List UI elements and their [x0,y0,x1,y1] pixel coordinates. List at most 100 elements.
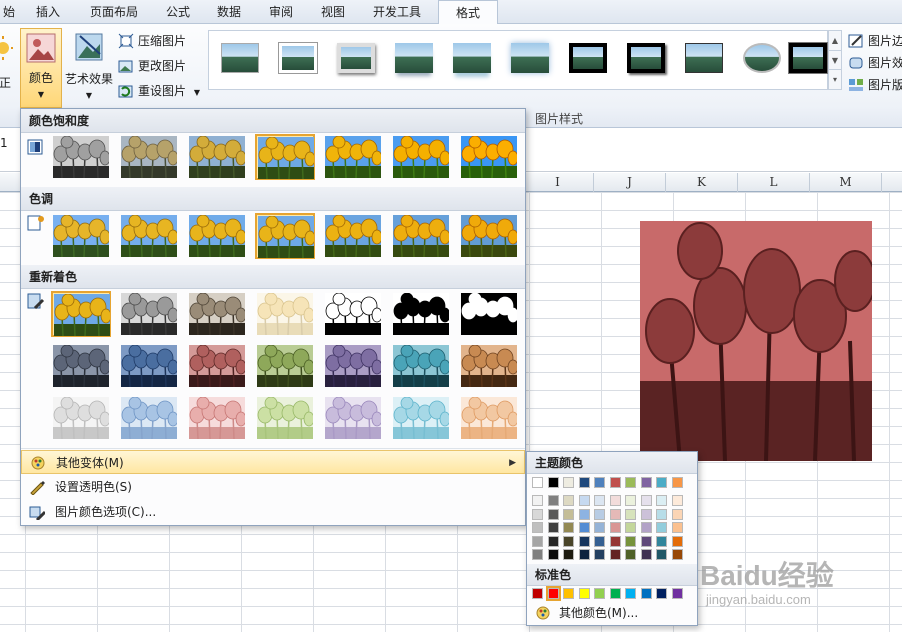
tab-page-layout[interactable]: 页面布局 [78,0,150,24]
picture-style-item[interactable] [679,37,729,83]
recolor-option[interactable] [51,395,111,441]
color-swatch[interactable] [594,588,605,599]
color-swatch[interactable] [625,588,636,599]
color-swatch[interactable] [656,549,667,560]
column-header[interactable]: K [666,173,738,192]
tab-view[interactable]: 视图 [310,0,356,24]
color-swatch[interactable] [578,535,590,547]
color-swatch[interactable] [656,477,667,488]
color-swatch[interactable] [671,549,683,560]
tone-option[interactable] [255,213,315,259]
tab-review[interactable]: 审阅 [258,0,304,24]
recolor-option[interactable] [255,395,315,441]
color-swatch[interactable] [563,495,574,506]
picture-style-item[interactable] [563,37,613,83]
color-swatch[interactable] [609,477,621,488]
color-swatch[interactable] [578,477,590,488]
picture-style-item[interactable] [621,37,671,83]
color-swatch[interactable] [594,495,605,506]
color-swatch[interactable] [547,477,559,488]
color-swatch[interactable] [547,495,559,506]
color-swatch[interactable] [609,588,621,599]
picture-color-options-item[interactable]: 图片颜色选项(C)... [21,500,525,524]
color-swatch[interactable] [656,495,667,506]
column-header[interactable]: M [810,173,882,192]
color-swatch[interactable] [547,522,559,533]
more-colors-item[interactable]: 其他颜色(M)... [527,602,697,624]
tone-option[interactable] [51,213,111,259]
saturation-option[interactable] [391,134,451,180]
corrections-button[interactable]: 正 [0,30,14,110]
color-swatch[interactable] [532,522,543,533]
tab-data[interactable]: 数据 [206,0,252,24]
color-swatch[interactable] [563,522,574,533]
color-swatch[interactable] [640,522,652,533]
color-swatch[interactable] [625,508,636,520]
color-swatch[interactable] [563,549,574,560]
color-swatch[interactable] [625,477,636,488]
saturation-option[interactable] [119,134,179,180]
recolor-option[interactable] [391,395,451,441]
tab-home[interactable]: 始 [0,0,22,24]
color-swatch[interactable] [532,535,543,547]
tab-developer[interactable]: 开发工具 [362,0,432,24]
scroll-down-icon[interactable]: ▼ [829,50,841,69]
recolor-option[interactable] [187,291,247,337]
saturation-option[interactable] [51,134,111,180]
color-swatch[interactable] [609,549,621,560]
picture-style-item[interactable] [447,37,497,83]
tone-option[interactable] [391,213,451,259]
artistic-effects-button[interactable]: 艺术效果 ▼ [64,30,114,110]
more-variations-item[interactable]: 其他变体(M) ▶ [21,450,525,474]
picture-style-item[interactable] [783,37,833,83]
color-swatch[interactable] [671,535,683,547]
picture-effects-button[interactable]: 图片效 [848,52,902,74]
scroll-up-icon[interactable]: ▲ [829,31,841,50]
color-swatch[interactable] [563,477,574,488]
color-swatch[interactable] [578,522,590,533]
color-swatch[interactable] [625,535,636,547]
color-swatch[interactable] [640,495,652,506]
color-swatch[interactable] [532,495,543,506]
color-swatch[interactable] [640,588,652,599]
recolor-option[interactable] [51,291,111,337]
recolor-option[interactable] [255,291,315,337]
color-swatch[interactable] [578,508,590,520]
color-swatch[interactable] [671,522,683,533]
color-swatch[interactable] [563,588,574,599]
color-swatch[interactable] [609,535,621,547]
recolor-option[interactable] [391,291,451,337]
color-swatch[interactable] [656,522,667,533]
color-swatch[interactable] [547,508,559,520]
compress-pictures-button[interactable]: 压缩图片 [118,30,186,52]
reset-picture-button[interactable]: 重设图片 ▼ [118,80,200,102]
set-transparent-color-item[interactable]: 设置透明色(S) [21,475,525,499]
tone-option[interactable] [187,213,247,259]
color-swatch[interactable] [532,508,543,520]
saturation-option[interactable] [323,134,383,180]
color-swatch[interactable] [656,508,667,520]
color-swatch[interactable] [640,508,652,520]
color-swatch[interactable] [594,535,605,547]
color-swatch[interactable] [640,549,652,560]
color-swatch[interactable] [609,495,621,506]
color-swatch[interactable] [578,588,590,599]
recolor-option[interactable] [459,343,519,389]
tone-option[interactable] [323,213,383,259]
picture-style-item[interactable] [389,37,439,83]
column-header[interactable]: J [594,173,666,192]
picture-style-item[interactable] [737,37,787,83]
picture-style-item[interactable] [215,37,265,83]
column-header[interactable]: L [738,173,810,192]
recolor-option[interactable] [323,291,383,337]
recolor-option[interactable] [459,395,519,441]
color-button[interactable]: 颜色 ▼ [20,28,62,108]
color-swatch[interactable] [625,522,636,533]
recolor-option[interactable] [51,343,111,389]
color-swatch[interactable] [563,508,574,520]
saturation-option[interactable] [187,134,247,180]
color-swatch[interactable] [656,535,667,547]
color-swatch[interactable] [532,549,543,560]
recolor-option[interactable] [187,395,247,441]
color-swatch[interactable] [671,477,683,488]
